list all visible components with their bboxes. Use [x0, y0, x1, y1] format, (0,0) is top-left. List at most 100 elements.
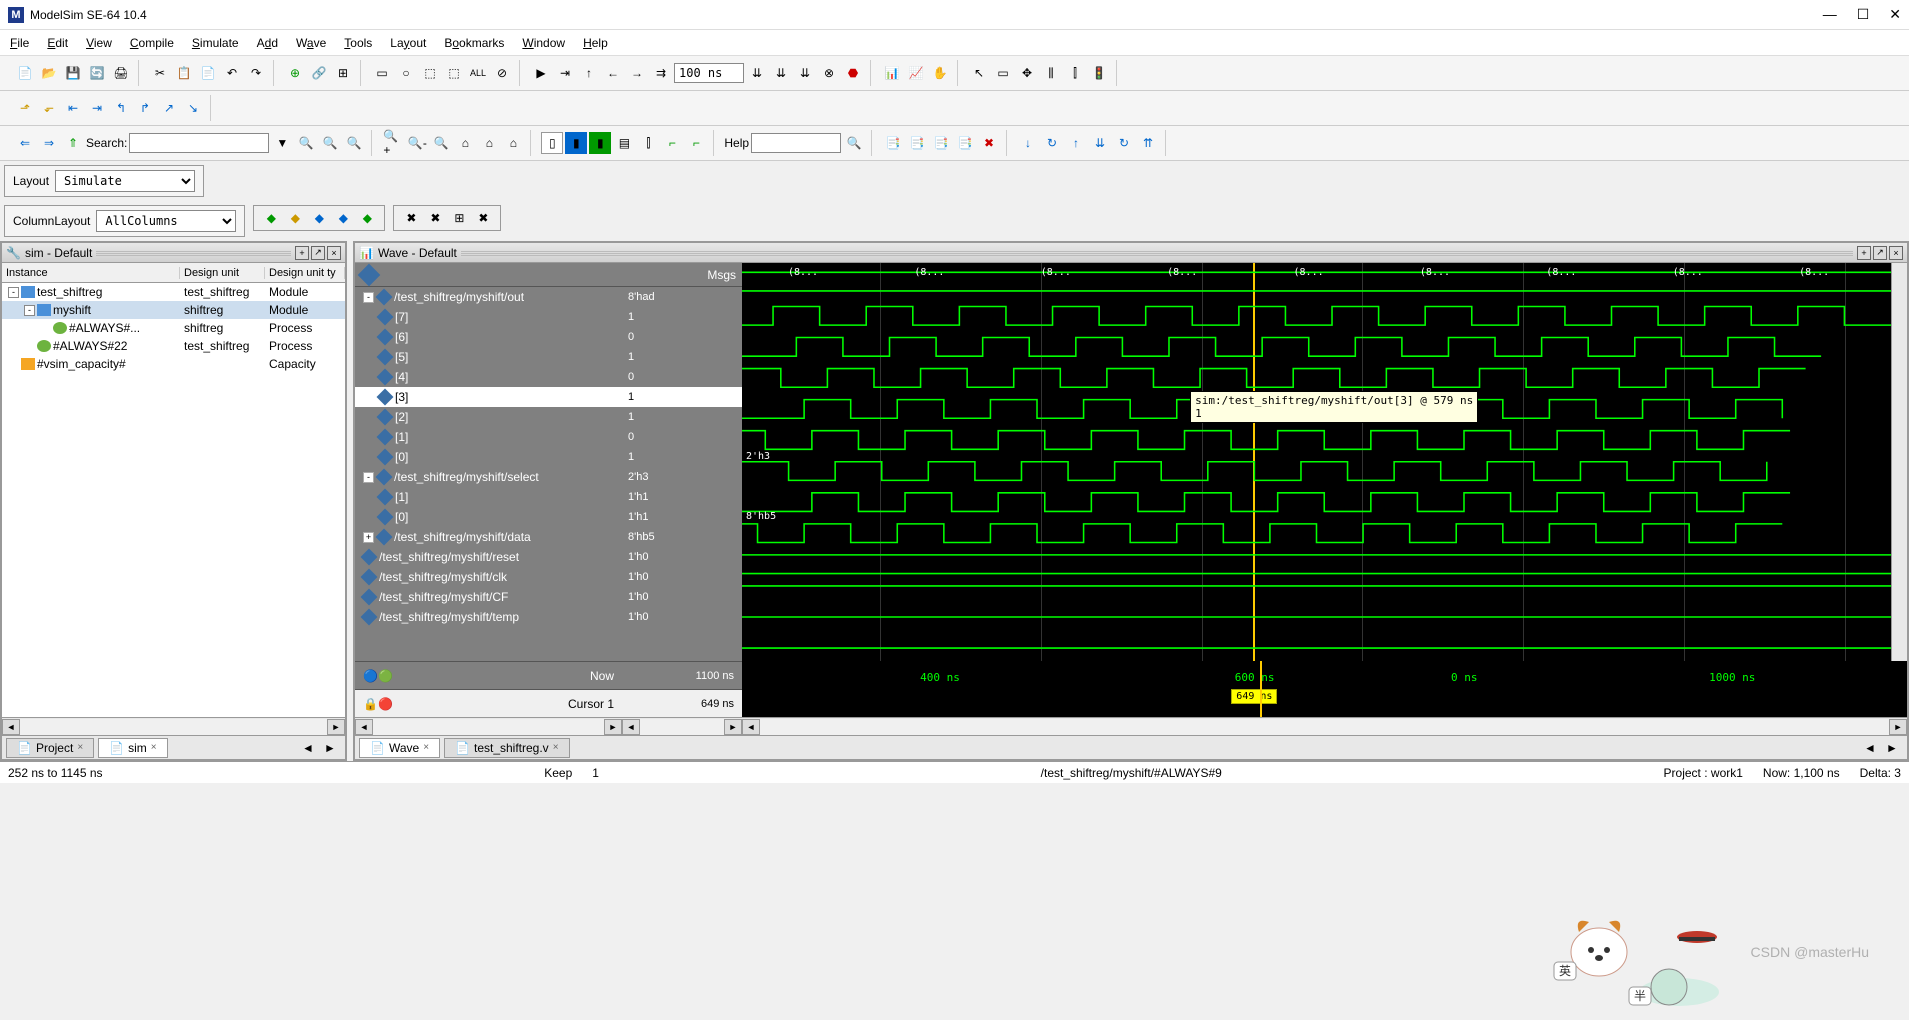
undo-icon[interactable]: ↶	[221, 62, 243, 84]
sim-col-designunittype[interactable]: Design unit ty	[265, 267, 345, 279]
sim-row[interactable]: - myshiftshiftregModule	[2, 301, 345, 319]
wave-sig-scrollbar-h[interactable]: ◄►	[355, 717, 622, 735]
deselect-icon[interactable]: ⊘	[491, 62, 513, 84]
sim-col-designunit[interactable]: Design unit	[180, 267, 265, 279]
traffic-icon[interactable]: 🚦	[1088, 62, 1110, 84]
help-input[interactable]	[751, 133, 841, 153]
trans-next-icon[interactable]: ↱	[134, 97, 156, 119]
wave-signal-list[interactable]: -/test_shiftreg/myshift/out[7][6][5][4][…	[355, 287, 622, 627]
run-all-icon[interactable]: ⇊	[794, 62, 816, 84]
cur-up-icon[interactable]: ↑	[1065, 132, 1087, 154]
sim-col-instance[interactable]: Instance	[2, 267, 180, 279]
menu-simulate[interactable]: Simulate	[192, 36, 239, 50]
cursor-tag[interactable]: 649 ns	[1231, 689, 1277, 704]
sig-scroll-left-icon[interactable]: ◄	[355, 719, 373, 735]
trans-prev-icon[interactable]: ↰	[110, 97, 132, 119]
zoom-out-icon[interactable]: 🔍-	[406, 132, 428, 154]
sim-close-button[interactable]: ×	[327, 246, 341, 260]
sim-add-button[interactable]: +	[295, 246, 309, 260]
menu-window[interactable]: Window	[522, 36, 565, 50]
wave-signal-row[interactable]: -/test_shiftreg/myshift/select	[355, 467, 622, 487]
maximize-button[interactable]: ☐	[1857, 6, 1870, 23]
signal-expander-icon[interactable]: +	[363, 532, 374, 543]
wave-plot-scrollbar-h[interactable]: ◄►	[742, 717, 1907, 735]
select4-icon[interactable]: ⬚	[443, 62, 465, 84]
zoom-in-icon[interactable]: 🔍+	[382, 132, 404, 154]
run2-icon[interactable]: ⇊	[770, 62, 792, 84]
tab-scroll-right-icon[interactable]: ►	[319, 737, 341, 759]
select2-icon[interactable]: ○	[395, 62, 417, 84]
pointer-icon[interactable]: ↖	[968, 62, 990, 84]
open-icon[interactable]: 📂	[38, 62, 60, 84]
search-dropdown-icon[interactable]: ▼	[271, 132, 293, 154]
wave-signal-row[interactable]: /test_shiftreg/myshift/clk	[355, 567, 622, 587]
wave-undock-button[interactable]: ↗	[1873, 246, 1887, 260]
find-all-icon[interactable]: 🔍	[343, 132, 365, 154]
run-icon[interactable]: ▶	[530, 62, 552, 84]
del-cfg-icon[interactable]: ⊞	[448, 207, 470, 229]
edge-prev-icon[interactable]: ⬏	[14, 97, 36, 119]
trans-up-icon[interactable]: ↗	[158, 97, 180, 119]
sig-cfg-icon[interactable]: ◆	[284, 207, 306, 229]
sim-tree[interactable]: - test_shiftregtest_shiftregModule- mysh…	[2, 283, 345, 717]
edge-out-icon[interactable]: ⇥	[86, 97, 108, 119]
wave-signal-row[interactable]: [0]	[355, 447, 622, 467]
cur-rot-icon[interactable]: ↻	[1041, 132, 1063, 154]
bk-del-icon[interactable]: ✖	[978, 132, 1000, 154]
menu-compile[interactable]: Compile	[130, 36, 174, 50]
chart1-icon[interactable]: 📊	[881, 62, 903, 84]
sig-add-icon[interactable]: ◆	[260, 207, 282, 229]
tab-project[interactable]: 📄Project×	[6, 738, 94, 758]
tab-scroll-left-icon[interactable]: ◄	[1859, 737, 1881, 759]
select-all-icon[interactable]: ALL	[467, 62, 489, 84]
refresh-icon[interactable]: 🔄	[86, 62, 108, 84]
tab-close-icon[interactable]: ×	[423, 742, 429, 753]
tab-scroll-left-icon[interactable]: ◄	[297, 737, 319, 759]
sim-row[interactable]: #vsim_capacity#Capacity	[2, 355, 345, 373]
wave-close-button[interactable]: ×	[1889, 246, 1903, 260]
signal-expander-icon[interactable]: -	[363, 292, 374, 303]
del2-icon[interactable]: ✖	[424, 207, 446, 229]
cut-icon[interactable]: ✂	[149, 62, 171, 84]
tab-sim[interactable]: 📄sim×	[98, 738, 167, 758]
time-ruler[interactable]: 400 ns 600 ns 0 ns 1000 ns	[742, 661, 1907, 679]
new-icon[interactable]: 📄	[14, 62, 36, 84]
sig-scroll-right-icon[interactable]: ►	[604, 719, 622, 735]
close-button[interactable]: ✕	[1889, 6, 1901, 23]
nav-up-icon[interactable]: ⇑	[62, 132, 84, 154]
wave-signal-row[interactable]: [1]	[355, 487, 622, 507]
tree-expander-icon[interactable]: -	[24, 305, 35, 316]
sim-undock-button[interactable]: ↗	[311, 246, 325, 260]
link-icon[interactable]: 🔗	[308, 62, 330, 84]
trans-down-icon[interactable]: ↘	[182, 97, 204, 119]
wave-scrollbar-v[interactable]	[1891, 263, 1907, 661]
tab-scroll-right-icon[interactable]: ►	[1881, 737, 1903, 759]
tree-expander-icon[interactable]: -	[8, 287, 19, 298]
wave-signal-row[interactable]: -/test_shiftreg/myshift/out	[355, 287, 622, 307]
run1-icon[interactable]: ⇊	[746, 62, 768, 84]
fmt2-icon[interactable]: ▮	[565, 132, 587, 154]
edge-next-icon[interactable]: ⬐	[38, 97, 60, 119]
sim-row[interactable]: #ALWAYS#...shiftregProcess	[2, 319, 345, 337]
menu-edit[interactable]: Edit	[47, 36, 68, 50]
fmt3-icon[interactable]: ▮	[589, 132, 611, 154]
menu-help[interactable]: Help	[583, 36, 608, 50]
bk2-icon[interactable]: 📑	[906, 132, 928, 154]
menu-bookmarks[interactable]: Bookmarks	[444, 36, 504, 50]
step-back-icon[interactable]: ←	[602, 62, 624, 84]
wave-msg-scrollbar-h[interactable]: ◄►	[622, 717, 742, 735]
fmt5-icon[interactable]: ⫿	[637, 132, 659, 154]
cur-multi-up-icon[interactable]: ⇈	[1137, 132, 1159, 154]
step-fwd-icon[interactable]: →	[626, 62, 648, 84]
ruler2-icon[interactable]: ⫿	[1064, 62, 1086, 84]
menu-wave[interactable]: Wave	[296, 36, 326, 50]
chart2-icon[interactable]: 📈	[905, 62, 927, 84]
nav-back-icon[interactable]: ⇐	[14, 132, 36, 154]
cur-multi-rot-icon[interactable]: ↻	[1113, 132, 1135, 154]
edge-in-icon[interactable]: ⇤	[62, 97, 84, 119]
tab-close-icon[interactable]: ×	[553, 742, 559, 753]
wave-add-button[interactable]: +	[1857, 246, 1871, 260]
move-icon[interactable]: ✥	[1016, 62, 1038, 84]
hand-icon[interactable]: ✋	[929, 62, 951, 84]
print-icon[interactable]: 🖨	[110, 62, 132, 84]
